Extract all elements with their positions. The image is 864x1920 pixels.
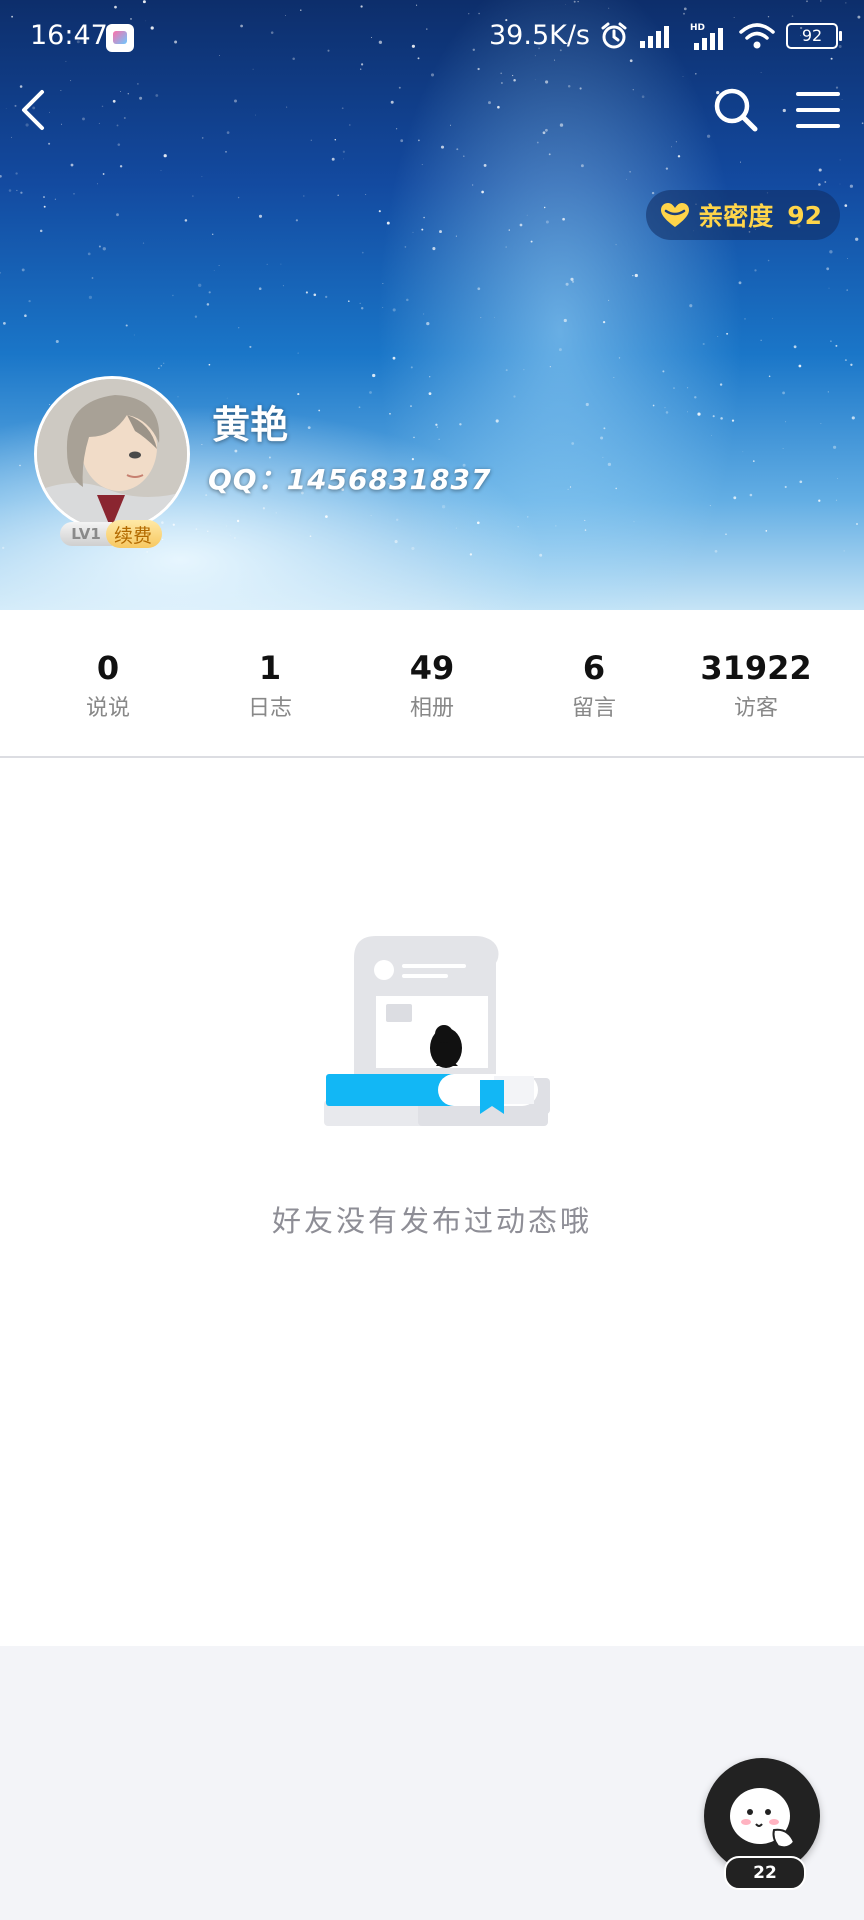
avatar-illustration (37, 379, 187, 529)
stat-messages[interactable]: 6 留言 (524, 650, 664, 722)
top-navigation (0, 80, 864, 140)
hd-signal-icon: HD (690, 23, 723, 50)
network-speed: 39.5K/s (489, 20, 590, 51)
stat-diary[interactable]: 1 日志 (200, 650, 340, 722)
stat-value: 1 (258, 649, 282, 687)
heart-icon (661, 203, 690, 227)
chevron-left-icon (22, 90, 44, 130)
stats-bar: 0 说说 1 日志 49 相册 6 留言 31922 访客 (0, 610, 864, 758)
profile-name: 黄艳 (212, 403, 289, 447)
stat-value: 31922 (700, 649, 812, 687)
status-bar: 16:47 39.5K/s HD 92 (0, 0, 864, 78)
stat-label: 留言 (571, 696, 616, 721)
stat-albums[interactable]: 49 相册 (362, 650, 502, 722)
level-badge[interactable]: LV1 续费 (60, 520, 190, 548)
svg-text:HD: HD (690, 23, 705, 33)
qq-number: QQ：1456831837 (208, 463, 492, 496)
stat-label: 说说 (85, 696, 130, 721)
renew-button[interactable]: 续费 (106, 520, 163, 548)
feed-content: 好友没有发布过动态哦 (0, 758, 864, 1646)
signal-icon (640, 25, 669, 48)
stat-label: 日志 (247, 696, 292, 721)
battery-indicator: 92 (786, 22, 842, 49)
avatar-image (34, 376, 190, 532)
menu-button[interactable] (788, 80, 848, 140)
empty-state-message: 好友没有发布过动态哦 (271, 1204, 592, 1238)
floating-count-badge: 22 (724, 1856, 806, 1890)
empty-feed-illustration (324, 936, 550, 1126)
mascot-icon (730, 1788, 796, 1849)
stat-value: 0 (96, 649, 120, 687)
stat-label: 访客 (733, 696, 778, 721)
stat-value: 49 (409, 649, 455, 687)
floating-mascot-button[interactable]: 22 (702, 1758, 822, 1890)
intimacy-badge[interactable]: 亲密度 92 (646, 190, 840, 240)
profile-cover: 16:47 39.5K/s HD 92 亲密度 92 LV1 续费 黄艳 QQ：… (0, 0, 864, 610)
avatar[interactable]: LV1 续费 (34, 376, 190, 548)
intimacy-value: 92 (787, 200, 822, 230)
wifi-icon (739, 22, 775, 48)
stat-value: 6 (582, 649, 606, 687)
app-notification-icon (106, 24, 134, 52)
hamburger-menu-icon (796, 92, 840, 128)
intimacy-label: 亲密度 (698, 202, 774, 231)
status-indicators: 39.5K/s HD 92 (489, 20, 842, 51)
status-time: 16:47 (30, 20, 108, 51)
stat-shuoshuo[interactable]: 0 说说 (38, 650, 178, 722)
level-label: LV1 (60, 522, 112, 546)
stat-visitors[interactable]: 31922 访客 (686, 650, 826, 722)
back-button[interactable] (4, 80, 64, 140)
stat-label: 相册 (409, 696, 454, 721)
alarm-icon (601, 22, 627, 48)
search-icon (714, 88, 758, 132)
search-button[interactable] (706, 80, 766, 140)
